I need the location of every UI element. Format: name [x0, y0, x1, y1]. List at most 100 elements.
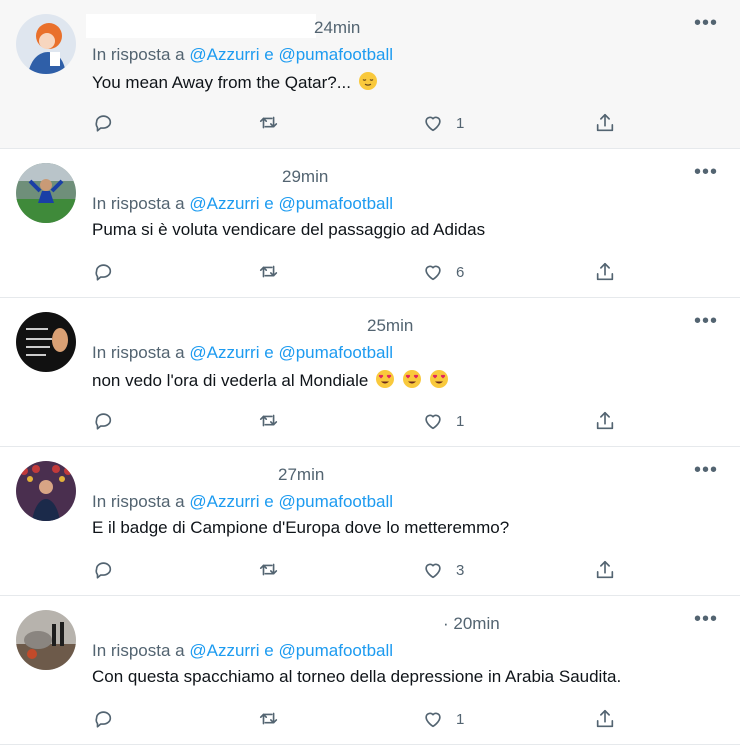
retweet-button[interactable] — [258, 557, 280, 583]
tweet[interactable]: 24min ••• In risposta a @Azzurri e @puma… — [0, 0, 740, 149]
tweet-actions: 3 — [92, 557, 632, 583]
like-count: 1 — [456, 114, 465, 132]
reply-prefix: In risposta a — [92, 45, 185, 64]
retweet-icon — [259, 265, 278, 278]
heart-eyes-emoji-icon — [402, 370, 421, 388]
like-count: 3 — [456, 561, 465, 579]
tweet-text-content: Con questa spacchiamo al torneo della de… — [92, 667, 622, 686]
heart-eyes-emoji-icon — [429, 370, 448, 388]
share-button[interactable] — [594, 557, 616, 583]
reply-context: In risposta a @Azzurri e @pumafootball — [92, 641, 393, 661]
mention-conjunction: e — [264, 641, 274, 660]
reply-icon — [95, 562, 112, 579]
mention-link[interactable]: @Azzurri — [189, 641, 259, 660]
like-button[interactable]: 1 — [422, 706, 464, 732]
avatar[interactable] — [16, 14, 76, 74]
tweet-text-content: Puma si è voluta vendicare del passaggio… — [92, 220, 486, 239]
mention-conjunction: e — [264, 194, 274, 213]
reply-button[interactable] — [92, 706, 114, 732]
reply-context: In risposta a @Azzurri e @pumafootball — [92, 45, 393, 65]
tweet-actions: 1 — [92, 706, 632, 732]
mention-link[interactable]: @pumafootball — [278, 194, 393, 213]
reply-prefix: In risposta a — [92, 194, 185, 213]
tweet-timestamp[interactable]: 24min — [314, 18, 360, 38]
like-button[interactable]: 1 — [422, 110, 464, 136]
reply-icon — [95, 115, 112, 132]
share-button[interactable] — [594, 408, 616, 434]
heart-eyes-emoji-icon — [376, 370, 395, 388]
retweet-icon — [259, 712, 278, 725]
like-button[interactable]: 1 — [422, 408, 464, 434]
tweet-text-content: E il badge di Campione d'Europa dove lo … — [92, 518, 510, 537]
retweet-button[interactable] — [258, 259, 280, 285]
like-button[interactable]: 3 — [422, 557, 464, 583]
share-icon — [596, 113, 614, 132]
avatar[interactable] — [16, 163, 76, 223]
tweet-actions: 1 — [92, 110, 632, 136]
reply-button[interactable] — [92, 408, 114, 434]
mention-conjunction: e — [264, 492, 274, 511]
tweet-timestamp[interactable]: 29min — [282, 167, 328, 187]
more-options-icon[interactable]: ••• — [694, 12, 718, 35]
tweet-timestamp[interactable]: · 20min — [443, 614, 500, 634]
retweet-icon — [259, 116, 278, 129]
more-options-icon[interactable]: ••• — [694, 459, 718, 482]
reply-button[interactable] — [92, 557, 114, 583]
tweet[interactable]: · 20min ••• In risposta a @Azzurri e @pu… — [0, 596, 740, 745]
share-icon — [596, 709, 614, 728]
tweet-actions: 6 — [92, 259, 632, 285]
retweet-icon — [259, 563, 278, 576]
mention-conjunction: e — [264, 45, 274, 64]
tweet[interactable]: 27min ••• In risposta a @Azzurri e @puma… — [0, 447, 740, 596]
like-count: 6 — [456, 263, 465, 281]
tweet-timestamp[interactable]: 25min — [367, 316, 413, 336]
mention-link[interactable]: @Azzurri — [189, 492, 259, 511]
heart-icon — [425, 712, 441, 728]
avatar[interactable] — [16, 312, 76, 372]
reply-icon — [95, 711, 112, 728]
reply-icon — [95, 413, 112, 430]
avatar[interactable] — [16, 610, 76, 670]
reply-context: In risposta a @Azzurri e @pumafootball — [92, 343, 393, 363]
reply-button[interactable] — [92, 110, 114, 136]
retweet-button[interactable] — [258, 706, 280, 732]
mention-link[interactable]: @Azzurri — [189, 45, 259, 64]
share-button[interactable] — [594, 110, 616, 136]
avatar[interactable] — [16, 461, 76, 521]
heart-icon — [425, 116, 441, 132]
more-options-icon[interactable]: ••• — [694, 608, 718, 631]
like-button[interactable]: 6 — [422, 259, 464, 285]
reply-icon — [95, 264, 112, 281]
tweet-text: Puma si è voluta vendicare del passaggio… — [92, 220, 485, 240]
reply-prefix: In risposta a — [92, 343, 185, 362]
mention-link[interactable]: @pumafootball — [278, 641, 393, 660]
share-icon — [596, 560, 614, 579]
relieved-face-emoji-icon — [358, 72, 377, 90]
mention-link[interactable]: @pumafootball — [278, 343, 393, 362]
share-button[interactable] — [594, 706, 616, 732]
tweet-actions: 1 — [92, 408, 632, 434]
tweet-timestamp[interactable]: 27min — [278, 465, 324, 485]
more-options-icon[interactable]: ••• — [694, 161, 718, 184]
reply-button[interactable] — [92, 259, 114, 285]
retweet-button[interactable] — [258, 110, 280, 136]
tweet-text: You mean Away from the Qatar?... — [92, 71, 378, 93]
reply-context: In risposta a @Azzurri e @pumafootball — [92, 194, 393, 214]
tweet-text: E il badge di Campione d'Europa dove lo … — [92, 518, 509, 538]
mention-link[interactable]: @Azzurri — [189, 343, 259, 362]
share-icon — [596, 262, 614, 281]
tweet-text-content: You mean Away from the Qatar?... — [92, 73, 351, 92]
mention-link[interactable]: @pumafootball — [278, 45, 393, 64]
mention-link[interactable]: @Azzurri — [189, 194, 259, 213]
tweet[interactable]: 25min ••• In risposta a @Azzurri e @puma… — [0, 298, 740, 447]
heart-icon — [425, 414, 441, 430]
mention-conjunction: e — [264, 343, 274, 362]
retweet-icon — [259, 414, 278, 427]
mention-link[interactable]: @pumafootball — [278, 492, 393, 511]
retweet-button[interactable] — [258, 408, 280, 434]
share-button[interactable] — [594, 259, 616, 285]
more-options-icon[interactable]: ••• — [694, 310, 718, 333]
tweet-text-content: non vedo l'ora di vederla al Mondiale — [92, 371, 369, 390]
tweet-text: non vedo l'ora di vederla al Mondiale — [92, 369, 449, 391]
tweet[interactable]: 29min ••• In risposta a @Azzurri e @puma… — [0, 149, 740, 298]
